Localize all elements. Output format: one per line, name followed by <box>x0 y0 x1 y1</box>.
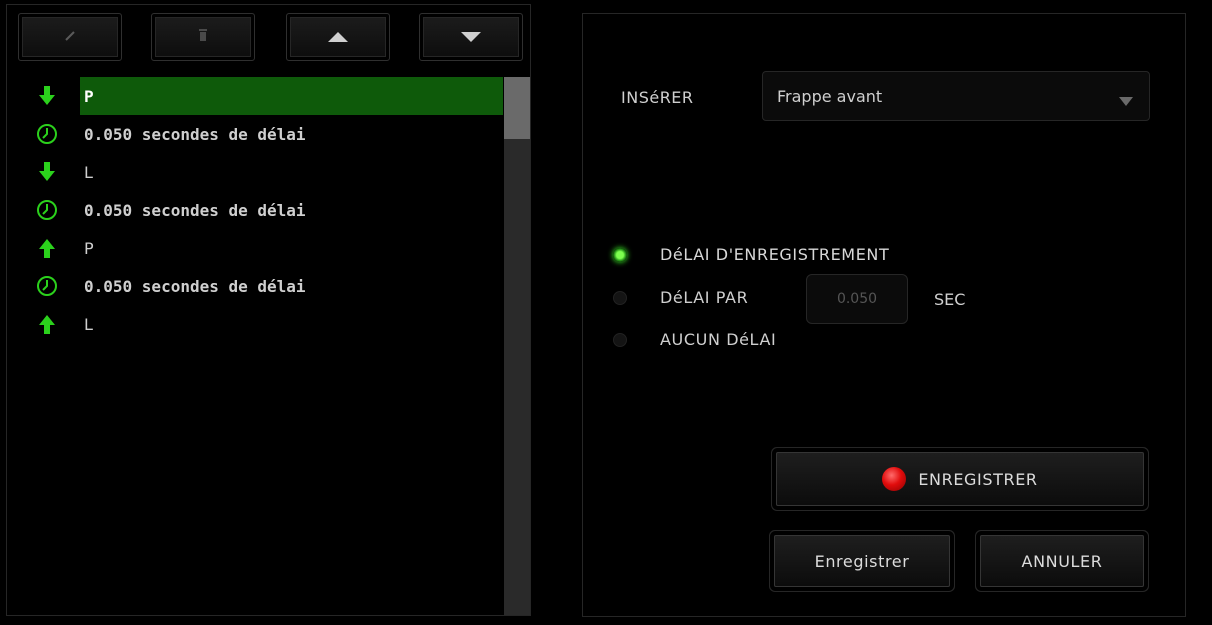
key-up-icon <box>36 237 58 259</box>
arrow-down-icon <box>460 28 482 47</box>
record-button[interactable]: ENREGISTRER <box>776 452 1144 506</box>
list-item[interactable]: P <box>7 77 503 115</box>
list-item[interactable]: 0.050 secondes de délai <box>7 191 503 229</box>
list-item[interactable]: L <box>7 153 503 191</box>
key-up-icon <box>36 313 58 335</box>
list-item[interactable]: P <box>7 229 503 267</box>
macro-list-panel: P 0.050 secondes de délai L 0.050 second… <box>6 4 531 616</box>
list-item-label: 0.050 secondes de délai <box>84 124 306 144</box>
list-item-label: L <box>84 162 93 182</box>
list-item[interactable]: 0.050 secondes de délai <box>7 267 503 305</box>
key-down-icon <box>36 161 58 183</box>
list-item[interactable]: L <box>7 305 503 343</box>
no-delay-option[interactable]: AUCUN DéLAI <box>613 330 776 349</box>
clock-icon <box>36 275 58 297</box>
list-scrollbar[interactable] <box>504 77 530 615</box>
no-delay-label: AUCUN DéLAI <box>660 330 777 349</box>
scrollbar-thumb[interactable] <box>504 77 530 139</box>
edit-icon <box>63 28 77 47</box>
save-button[interactable]: Enregistrer <box>774 535 950 587</box>
delay-per-label: DéLAI PAR <box>660 288 749 307</box>
list-item-label: 0.050 secondes de délai <box>84 276 306 296</box>
key-down-icon <box>36 85 58 107</box>
trash-icon <box>196 27 210 47</box>
clock-icon <box>36 123 58 145</box>
macro-settings-panel: INSéRER Frappe avant DéLAI D'ENREGISTREM… <box>582 13 1186 617</box>
insert-dropdown[interactable]: Frappe avant <box>762 71 1150 121</box>
sec-label: SEC <box>934 290 966 309</box>
macro-event-list[interactable]: P 0.050 secondes de délai L 0.050 second… <box>7 77 503 615</box>
record-delay-label: DéLAI D'ENREGISTREMENT <box>660 245 890 264</box>
delay-per-radio[interactable] <box>613 290 627 305</box>
delay-per-option[interactable]: DéLAI PAR <box>613 288 748 307</box>
clock-icon <box>36 199 58 221</box>
edit-button[interactable] <box>18 13 122 61</box>
list-item-label: L <box>84 314 93 334</box>
record-icon <box>882 467 907 491</box>
record-delay-radio[interactable] <box>613 247 627 262</box>
move-up-button[interactable] <box>286 13 390 61</box>
cancel-button[interactable]: ANNULER <box>980 535 1144 587</box>
save-button-label: Enregistrer <box>814 551 910 571</box>
arrow-up-icon <box>327 28 349 47</box>
list-item-label: P <box>84 86 94 106</box>
record-button-label: ENREGISTRER <box>918 469 1038 489</box>
move-down-button[interactable] <box>419 13 523 61</box>
list-item-label: P <box>84 238 94 258</box>
insert-dropdown-value: Frappe avant <box>777 87 883 106</box>
insert-label: INSéRER <box>621 88 694 107</box>
chevron-down-icon <box>1119 92 1133 111</box>
list-item-label: 0.050 secondes de délai <box>84 200 306 220</box>
list-item[interactable]: 0.050 secondes de délai <box>7 115 503 153</box>
delete-button[interactable] <box>151 13 255 61</box>
record-delay-option[interactable]: DéLAI D'ENREGISTREMENT <box>613 245 889 264</box>
delay-value-input[interactable]: 0.050 <box>806 274 908 324</box>
cancel-button-label: ANNULER <box>1021 551 1103 571</box>
no-delay-radio[interactable] <box>613 332 627 347</box>
